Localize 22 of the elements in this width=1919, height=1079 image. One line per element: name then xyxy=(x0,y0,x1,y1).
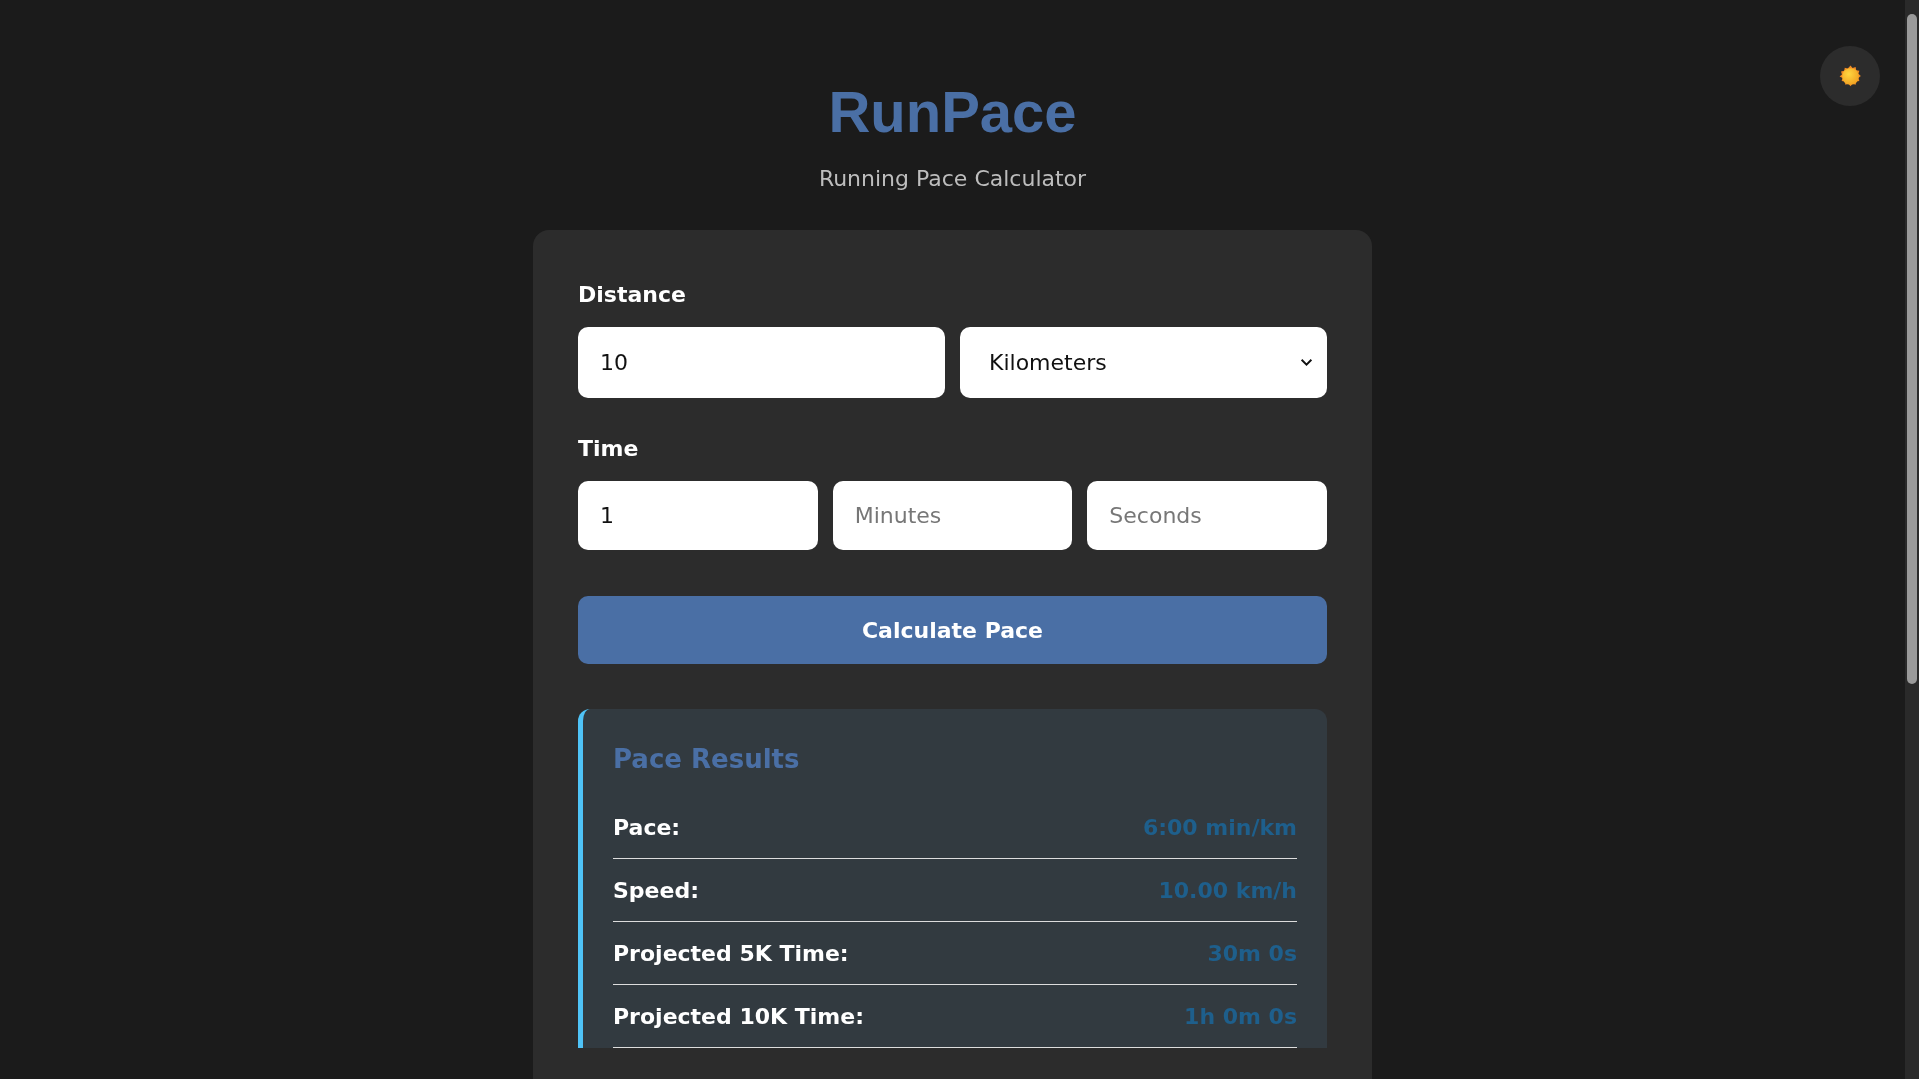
sun-icon xyxy=(1837,63,1863,89)
minutes-field[interactable]: Minutes xyxy=(832,481,1073,550)
result-label: Pace: xyxy=(613,814,681,840)
calculate-button[interactable]: Calculate Pace xyxy=(578,596,1327,664)
chevron-down-icon xyxy=(1300,358,1313,367)
hours-field[interactable]: 1 xyxy=(578,481,818,550)
result-value: 10.00 km/h xyxy=(1158,877,1297,903)
app-subtitle: Running Pace Calculator xyxy=(818,165,1087,193)
result-value: 1h 0m 0s xyxy=(1184,1003,1297,1029)
unit-dropdown[interactable]: Kilometers xyxy=(960,327,1327,398)
results-title: Pace Results xyxy=(613,743,801,776)
scrollbar[interactable] xyxy=(1905,0,1919,1079)
result-value: 6:00 min/km xyxy=(1142,814,1297,840)
result-value: 30m 0s xyxy=(1207,940,1297,966)
field-label: Distance xyxy=(578,281,687,309)
distance-field[interactable]: 10 xyxy=(578,327,945,398)
result-label: Projected 10K Time: xyxy=(613,1003,864,1029)
app-title: RunPace xyxy=(828,78,1077,146)
field-label: Time xyxy=(578,435,640,463)
result-label: Speed: xyxy=(613,877,699,903)
result-label: Projected 5K Time: xyxy=(613,940,849,966)
seconds-field[interactable]: Seconds xyxy=(1087,481,1327,550)
